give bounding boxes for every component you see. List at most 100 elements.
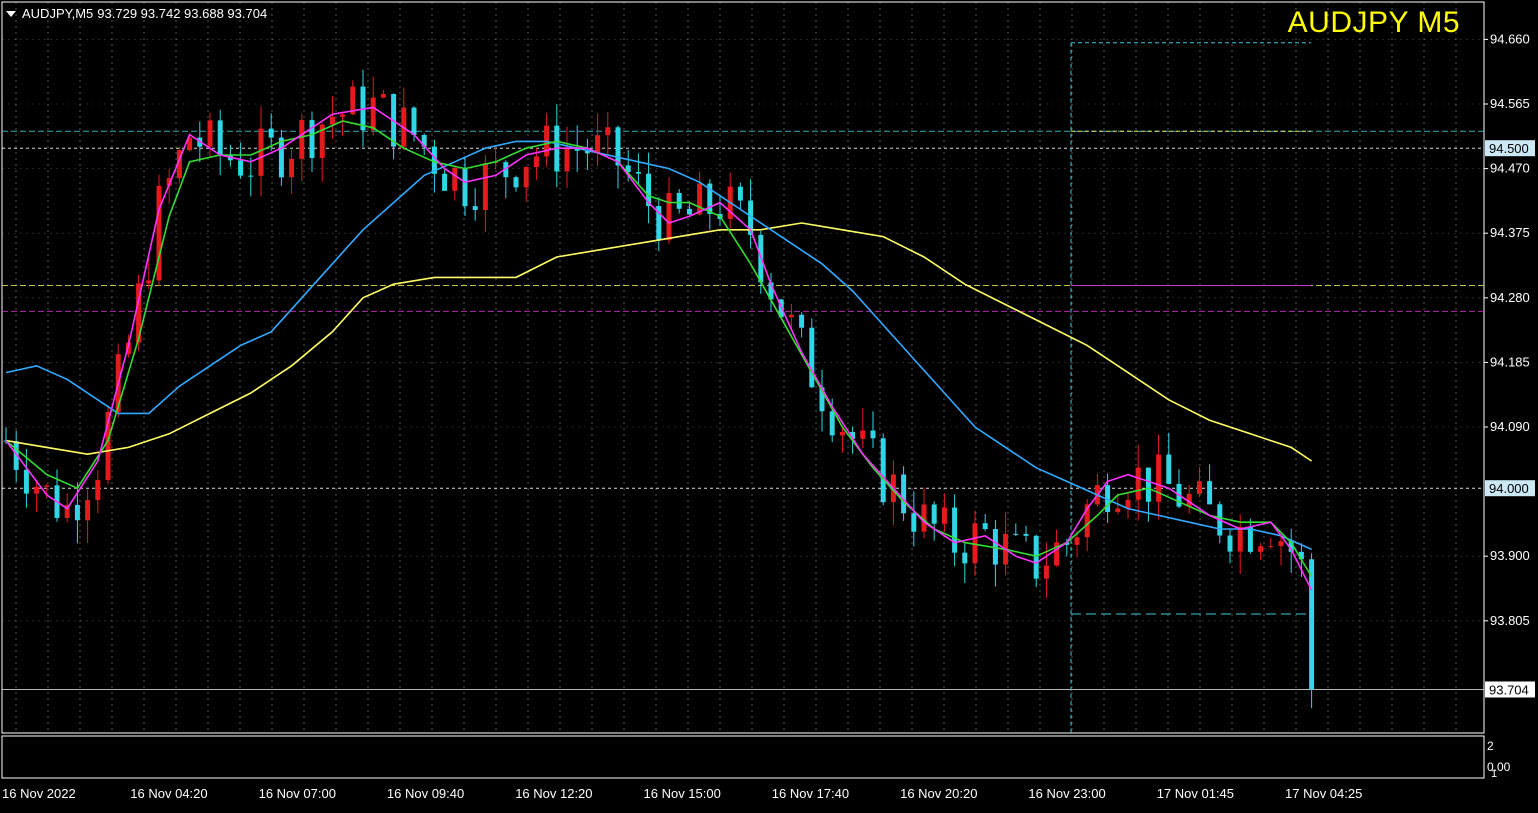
bear-candle[interactable] <box>676 192 682 209</box>
bear-candle[interactable] <box>931 504 937 524</box>
bull-candle[interactable] <box>1156 454 1162 502</box>
bull-candle[interactable] <box>1196 481 1202 494</box>
bull-candle[interactable] <box>595 135 601 154</box>
bear-candle[interactable] <box>411 107 417 135</box>
bull-candle[interactable] <box>329 116 335 125</box>
bull-candle[interactable] <box>482 163 488 211</box>
time-axis-label: 16 Nov 20:20 <box>900 786 977 801</box>
bull-candle[interactable] <box>1237 527 1243 552</box>
moving-average-fast-line[interactable] <box>5 106 1313 591</box>
time-axis-label: 16 Nov 12:20 <box>515 786 592 801</box>
time-axis-label: 16 Nov 07:00 <box>259 786 336 801</box>
bull-candle[interactable] <box>1278 541 1284 546</box>
bear-candle[interactable] <box>1033 535 1039 579</box>
subwindow-tick-label: 2 <box>1487 739 1494 753</box>
bear-candle[interactable] <box>911 513 917 532</box>
bear-candle[interactable] <box>952 507 958 553</box>
price-tick-label: 93.900 <box>1490 548 1530 563</box>
bear-candle[interactable] <box>268 128 274 138</box>
bull-candle[interactable] <box>523 166 529 188</box>
bear-candle[interactable] <box>513 177 519 188</box>
price-tick-label: 94.090 <box>1490 419 1530 434</box>
bear-candle[interactable] <box>1145 467 1151 502</box>
bear-candle[interactable] <box>1013 533 1019 535</box>
bull-candle[interactable] <box>788 314 794 318</box>
bear-candle[interactable] <box>1207 481 1213 505</box>
moving-average-long-line[interactable] <box>5 222 1313 462</box>
bear-candle[interactable] <box>278 137 284 178</box>
bull-candle[interactable] <box>146 280 152 284</box>
bear-candle[interactable] <box>829 411 835 436</box>
bear-candle[interactable] <box>615 127 621 166</box>
bear-candle[interactable] <box>74 504 80 521</box>
price-tick-label: 94.280 <box>1490 290 1530 305</box>
price-badge-label: 93.704 <box>1489 682 1529 697</box>
bull-candle[interactable] <box>1135 467 1141 500</box>
bull-candle[interactable] <box>697 183 703 215</box>
bear-candle[interactable] <box>1247 527 1253 552</box>
bull-candle[interactable] <box>380 93 386 98</box>
price-badge-label: 94.500 <box>1489 141 1529 156</box>
bull-candle[interactable] <box>1074 537 1080 545</box>
price-tick-label: 94.185 <box>1490 354 1530 369</box>
bull-candle[interactable] <box>452 167 458 191</box>
bear-candle[interactable] <box>472 206 478 211</box>
bear-candle[interactable] <box>1023 533 1029 536</box>
chart-header: AUDJPY,M5 93.729 93.742 93.688 93.704 <box>6 6 267 21</box>
bear-candle[interactable] <box>799 314 805 328</box>
price-tick-label: 94.375 <box>1490 225 1530 240</box>
bear-candle[interactable] <box>982 523 988 530</box>
bull-candle[interactable] <box>941 507 947 524</box>
bull-candle[interactable] <box>258 128 264 176</box>
bull-candle[interactable] <box>1258 546 1264 552</box>
bull-candle[interactable] <box>340 114 346 117</box>
time-axis-label: 16 Nov 15:00 <box>644 786 721 801</box>
bull-candle[interactable] <box>1043 565 1049 579</box>
bull-candle[interactable] <box>85 500 91 521</box>
ohlc-readout: 93.729 93.742 93.688 93.704 <box>97 6 268 21</box>
bear-candle[interactable] <box>238 160 244 176</box>
bull-candle[interactable] <box>370 97 376 131</box>
bear-candle[interactable] <box>809 327 815 388</box>
price-tick-label: 94.470 <box>1490 161 1530 176</box>
bull-candle[interactable] <box>1115 508 1121 512</box>
chart-menu-icon[interactable] <box>6 10 16 17</box>
bull-candle[interactable] <box>34 486 40 494</box>
bull-candle[interactable] <box>299 120 305 159</box>
bear-candle[interactable] <box>217 120 223 156</box>
bull-candle[interactable] <box>564 148 570 172</box>
time-axis-label: 16 Nov 09:40 <box>387 786 464 801</box>
bear-candle[interactable] <box>1227 535 1233 552</box>
bull-candle[interactable] <box>839 431 845 436</box>
bear-candle[interactable] <box>462 167 468 207</box>
time-axis-label: 16 Nov 23:00 <box>1028 786 1105 801</box>
bear-candle[interactable] <box>1166 454 1172 484</box>
bear-candle[interactable] <box>248 175 254 177</box>
main-plot-frame <box>1 1 1485 734</box>
trading-chart-window[interactable]: 94.660 94.565 94.470 94.375 94.280 94.185 94.0… <box>0 0 1538 808</box>
bull-candle[interactable] <box>207 120 213 147</box>
bull-candle[interactable] <box>533 156 539 167</box>
subwindow-tick-label: 1 <box>1491 768 1497 780</box>
bull-candle[interactable] <box>860 430 866 439</box>
bull-candle[interactable] <box>666 192 672 241</box>
bear-candle[interactable] <box>870 430 876 439</box>
bear-candle[interactable] <box>737 186 743 201</box>
bear-candle[interactable] <box>1309 559 1315 690</box>
bull-candle[interactable] <box>1268 545 1274 547</box>
price-chart[interactable]: 94.660 94.565 94.470 94.375 94.280 94.185 94.0… <box>0 0 1538 808</box>
bull-candle[interactable] <box>95 480 101 501</box>
bear-candle[interactable] <box>442 173 448 191</box>
bear-candle[interactable] <box>901 474 907 514</box>
price-badge-label: 94.000 <box>1489 481 1529 496</box>
bull-candle[interactable] <box>44 485 50 487</box>
bear-candle[interactable] <box>23 469 29 494</box>
time-axis-label: 16 Nov 2022 <box>2 786 76 801</box>
bull-candle[interactable] <box>605 127 611 136</box>
moving-average-mid-line[interactable] <box>5 120 1313 578</box>
bear-candle[interactable] <box>686 208 692 215</box>
bear-candle[interactable] <box>635 172 641 174</box>
bull-candle[interactable] <box>289 158 295 178</box>
bear-candle[interactable] <box>880 438 886 503</box>
bear-candle[interactable] <box>962 552 968 564</box>
